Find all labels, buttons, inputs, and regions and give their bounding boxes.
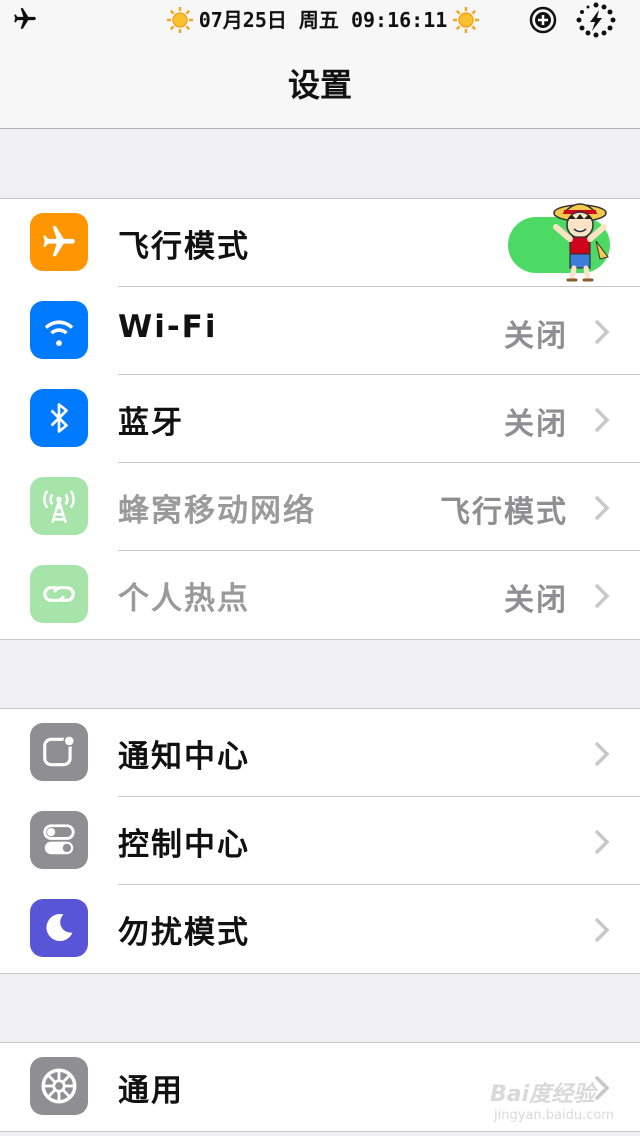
row-label: 飞行模式 bbox=[118, 229, 250, 265]
row-label: 蓝牙 bbox=[118, 405, 184, 441]
page-title: 设置 bbox=[287, 66, 352, 104]
wifi-icon bbox=[30, 301, 88, 359]
row-label: 个人热点 bbox=[118, 581, 250, 617]
watermark-brand: Bai度经验 bbox=[490, 1082, 596, 1107]
row-value: 飞行模式 bbox=[440, 495, 568, 530]
chevron-right-icon bbox=[595, 742, 610, 766]
row-label: 通用 bbox=[118, 1073, 184, 1109]
navigation-bar: 设置 bbox=[0, 40, 640, 129]
row-value: 关闭 bbox=[504, 319, 568, 354]
battery-charging-icon bbox=[576, 2, 616, 38]
cellular-antenna-icon bbox=[30, 477, 88, 535]
notification-center-icon bbox=[30, 723, 88, 781]
row-label: Wi-Fi bbox=[118, 309, 218, 345]
row-value: 关闭 bbox=[504, 407, 568, 442]
chevron-right-icon bbox=[595, 830, 610, 854]
chevron-right-icon bbox=[595, 320, 610, 344]
row-wifi[interactable]: Wi-Fi 关闭 bbox=[0, 287, 640, 375]
sun-icon bbox=[453, 7, 479, 33]
row-personal-hotspot[interactable]: 个人热点 关闭 bbox=[0, 551, 640, 639]
baidu-jingyan-watermark: Bai度经验 jingyan.baidu.com bbox=[490, 1068, 640, 1136]
chevron-right-icon bbox=[595, 408, 610, 432]
moon-icon bbox=[30, 899, 88, 957]
row-label: 蜂窝移动网络 bbox=[118, 493, 316, 529]
row-cellular[interactable]: 蜂窝移动网络 飞行模式 bbox=[0, 463, 640, 551]
chevron-right-icon bbox=[595, 496, 610, 520]
status-datetime: 07月25日 周五 09:16:11 bbox=[198, 8, 448, 32]
row-do-not-disturb[interactable]: 勿扰模式 bbox=[0, 885, 640, 973]
gear-icon bbox=[30, 1057, 88, 1115]
rotation-lock-icon bbox=[529, 6, 557, 34]
airplane-icon bbox=[30, 213, 88, 271]
hotspot-link-icon bbox=[30, 565, 88, 623]
row-airplane-mode[interactable]: 飞行模式 bbox=[0, 199, 640, 287]
row-label: 通知中心 bbox=[118, 739, 250, 775]
chevron-right-icon bbox=[595, 918, 610, 942]
watermark-url: jingyan.baidu.com bbox=[494, 1108, 614, 1123]
row-notification-center[interactable]: 通知中心 bbox=[0, 709, 640, 797]
row-value: 关闭 bbox=[504, 583, 568, 618]
settings-group-connectivity: 飞行模式 Wi-Fi 关闭 蓝牙 关闭 蜂窝移动网络 飞行模式 个人热点 关闭 bbox=[0, 198, 640, 640]
row-label: 勿扰模式 bbox=[118, 915, 250, 951]
control-center-icon bbox=[30, 811, 88, 869]
settings-group-centers: 通知中心 控制中心 勿扰模式 bbox=[0, 708, 640, 974]
airplane-mode-status-icon bbox=[14, 8, 36, 29]
status-bar: 07月25日 周五 09:16:11 bbox=[0, 0, 640, 40]
row-control-center[interactable]: 控制中心 bbox=[0, 797, 640, 885]
row-label: 控制中心 bbox=[118, 827, 250, 863]
chevron-right-icon bbox=[595, 584, 610, 608]
bluetooth-icon bbox=[30, 389, 88, 447]
row-bluetooth[interactable]: 蓝牙 关闭 bbox=[0, 375, 640, 463]
luffy-toggle-knob-icon[interactable] bbox=[546, 199, 614, 285]
